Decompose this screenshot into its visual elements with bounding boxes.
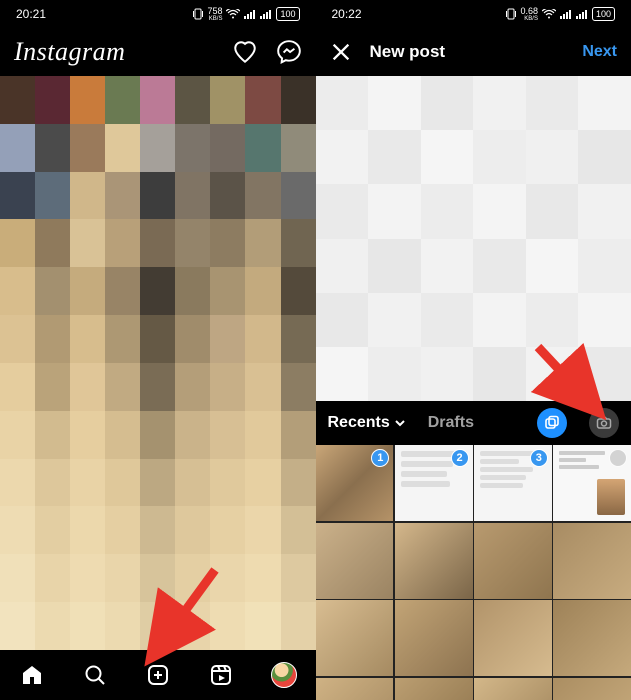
- vibrate-icon: [506, 8, 516, 20]
- selection-badge: 1: [371, 449, 389, 467]
- gallery-thumb[interactable]: [316, 678, 394, 700]
- select-multiple-icon: [544, 415, 560, 431]
- signal-icon-2: [260, 9, 272, 19]
- gallery-thumb[interactable]: [553, 600, 631, 676]
- signal-icon-1: [244, 9, 256, 19]
- gallery-source-label: Recents: [328, 414, 390, 432]
- close-icon[interactable]: [330, 41, 352, 63]
- phone-newpost-screen: 20:22 0.68KB/S 100 New post Next: [316, 0, 631, 700]
- activity-heart-icon[interactable]: [232, 39, 258, 65]
- signal-icon-2: [576, 9, 588, 19]
- wifi-icon: [226, 9, 240, 19]
- messenger-icon[interactable]: [276, 39, 302, 65]
- gallery-thumb[interactable]: [553, 445, 631, 521]
- status-data-unit: KB/S: [207, 16, 222, 22]
- selection-circle: [609, 449, 627, 467]
- nav-search-icon[interactable]: [82, 662, 108, 688]
- gallery-thumb[interactable]: [474, 678, 552, 700]
- status-indicators: 758KB/S 100: [193, 7, 299, 22]
- gallery-source-dropdown[interactable]: Recents: [328, 414, 406, 432]
- status-time: 20:21: [16, 7, 46, 21]
- gallery-thumb[interactable]: 3: [474, 445, 552, 521]
- gallery-thumb[interactable]: 2: [395, 445, 473, 521]
- feed-content-blurred[interactable]: [0, 76, 316, 650]
- gallery-thumb[interactable]: [395, 523, 473, 599]
- next-button[interactable]: Next: [582, 43, 617, 61]
- selection-badge: 3: [530, 449, 548, 467]
- nav-home-icon[interactable]: [19, 662, 45, 688]
- app-header: Instagram: [0, 28, 316, 76]
- nav-profile-avatar[interactable]: [271, 662, 297, 688]
- wifi-icon: [542, 9, 556, 19]
- vibrate-icon: [193, 8, 203, 20]
- drafts-tab[interactable]: Drafts: [428, 414, 474, 432]
- selection-badge: 2: [451, 449, 469, 467]
- newpost-title: New post: [370, 42, 565, 62]
- gallery-thumb[interactable]: [474, 523, 552, 599]
- camera-button[interactable]: [589, 408, 619, 438]
- gallery-thumb[interactable]: [474, 600, 552, 676]
- battery-indicator: 100: [276, 7, 299, 21]
- status-time: 20:22: [332, 7, 362, 21]
- nav-reels-icon[interactable]: [208, 662, 234, 688]
- status-data-rate: 758: [207, 7, 222, 16]
- gallery-thumb[interactable]: [553, 523, 631, 599]
- status-bar: 20:22 0.68KB/S 100: [316, 0, 631, 28]
- newpost-header: New post Next: [316, 28, 631, 76]
- selected-media-preview[interactable]: [316, 76, 631, 401]
- status-data-rate: 0.68: [520, 7, 538, 16]
- camera-icon: [596, 415, 612, 431]
- instagram-logo[interactable]: Instagram: [14, 37, 125, 67]
- chevron-down-icon: [394, 417, 406, 429]
- gallery-thumb[interactable]: 1: [316, 445, 394, 521]
- gallery-thumb[interactable]: [395, 678, 473, 700]
- phone-feed-screen: 20:21 758KB/S 100 Instagram: [0, 0, 316, 700]
- gallery-grid: 1 2 3: [316, 445, 631, 700]
- signal-icon-1: [560, 9, 572, 19]
- gallery-picker-bar: Recents Drafts: [316, 401, 631, 445]
- bottom-nav: [0, 650, 316, 700]
- select-multiple-button[interactable]: [537, 408, 567, 438]
- gallery-thumb[interactable]: [316, 600, 394, 676]
- gallery-thumb[interactable]: [316, 523, 394, 599]
- status-data-unit: KB/S: [520, 16, 538, 22]
- nav-create-icon[interactable]: [145, 662, 171, 688]
- status-bar: 20:21 758KB/S 100: [0, 0, 316, 28]
- status-indicators: 0.68KB/S 100: [506, 7, 615, 22]
- battery-indicator: 100: [592, 7, 615, 21]
- gallery-thumb[interactable]: [553, 678, 631, 700]
- gallery-thumb[interactable]: [395, 600, 473, 676]
